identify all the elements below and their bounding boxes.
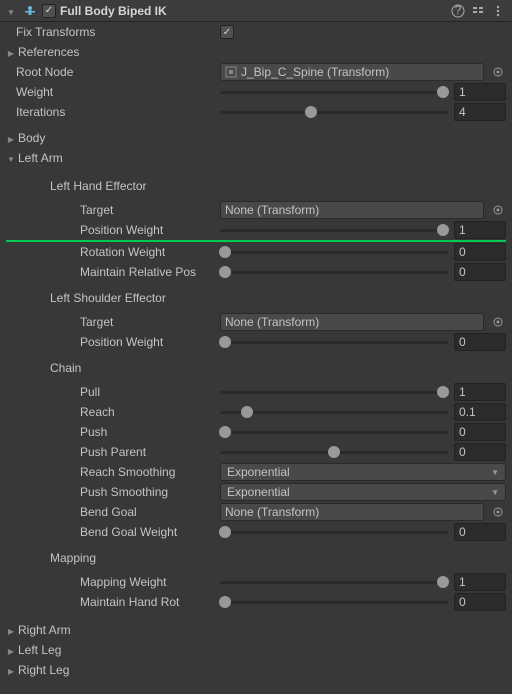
- chain-header: Chain: [0, 358, 512, 378]
- lse-position-weight-field[interactable]: 0: [454, 333, 506, 351]
- maintain-hand-rot-row: Maintain Hand Rot 0: [0, 592, 512, 612]
- lhe-position-weight-slider[interactable]: [220, 221, 448, 239]
- object-picker-icon[interactable]: [490, 202, 506, 218]
- chain-push-parent-field[interactable]: 0: [454, 443, 506, 461]
- left-shoulder-effector-header: Left Shoulder Effector: [0, 288, 512, 308]
- chain-reach-smoothing-dropdown[interactable]: Exponential▼: [220, 463, 506, 481]
- help-icon[interactable]: ?: [450, 3, 466, 19]
- foldout-icon[interactable]: [6, 4, 16, 18]
- lse-target-field[interactable]: None (Transform): [220, 313, 484, 331]
- references-foldout[interactable]: References: [0, 42, 512, 62]
- fix-transforms-label: Fix Transforms: [16, 25, 220, 39]
- mapping-header: Mapping: [0, 548, 512, 568]
- chain-push-slider[interactable]: [220, 423, 448, 441]
- fix-transforms-checkbox[interactable]: [220, 25, 234, 39]
- component-title: Full Body Biped IK: [60, 4, 446, 18]
- right-leg-foldout[interactable]: Right Leg: [0, 660, 512, 680]
- weight-row: Weight 1: [0, 82, 512, 102]
- lhe-maintain-row: Maintain Relative Pos 0: [0, 262, 512, 282]
- lse-position-weight-slider[interactable]: [220, 333, 448, 351]
- enable-checkbox[interactable]: [42, 4, 56, 18]
- component-icon: [22, 3, 38, 19]
- chain-bend-goal-field[interactable]: None (Transform): [220, 503, 484, 521]
- lse-target-row: Target None (Transform): [0, 312, 512, 332]
- chain-pull-field[interactable]: 1: [454, 383, 506, 401]
- weight-label: Weight: [16, 85, 220, 99]
- body-foldout[interactable]: Body: [0, 128, 512, 148]
- lhe-rotation-weight-field[interactable]: 0: [454, 243, 506, 261]
- chain-reach-smoothing-row: Reach Smoothing Exponential▼: [0, 462, 512, 482]
- lhe-rotation-weight-row: Rotation Weight 0: [0, 242, 512, 262]
- component-header: Full Body Biped IK ?: [0, 0, 512, 22]
- lhe-position-weight-row: Position Weight 1: [0, 220, 512, 240]
- weight-slider[interactable]: [220, 83, 448, 101]
- svg-text:?: ?: [455, 4, 462, 17]
- root-node-row: Root Node J_Bip_C_Spine (Transform): [0, 62, 512, 82]
- iterations-label: Iterations: [16, 105, 220, 119]
- chain-reach-row: Reach 0.1: [0, 402, 512, 422]
- chevron-down-icon: ▼: [491, 468, 499, 477]
- maintain-hand-rot-field[interactable]: 0: [454, 593, 506, 611]
- right-arm-foldout[interactable]: Right Arm: [0, 620, 512, 640]
- menu-icon[interactable]: [490, 3, 506, 19]
- chain-bend-goal-weight-row: Bend Goal Weight 0: [0, 522, 512, 542]
- chain-reach-slider[interactable]: [220, 403, 448, 421]
- transform-icon: [225, 66, 237, 78]
- iterations-row: Iterations 4: [0, 102, 512, 122]
- lhe-target-field[interactable]: None (Transform): [220, 201, 484, 219]
- maintain-hand-rot-slider[interactable]: [220, 593, 448, 611]
- lhe-position-weight-field[interactable]: 1: [454, 221, 506, 239]
- foldout-icon: [6, 663, 16, 677]
- lhe-rotation-weight-slider[interactable]: [220, 243, 448, 261]
- root-node-label: Root Node: [16, 65, 220, 79]
- mapping-weight-row: Mapping Weight 1: [0, 572, 512, 592]
- object-picker-icon[interactable]: [490, 504, 506, 520]
- chain-push-row: Push 0: [0, 422, 512, 442]
- chain-bend-goal-row: Bend Goal None (Transform): [0, 502, 512, 522]
- foldout-icon: [6, 643, 16, 657]
- chain-bend-goal-weight-field[interactable]: 0: [454, 523, 506, 541]
- foldout-icon: [6, 45, 16, 59]
- chevron-down-icon: ▼: [491, 488, 499, 497]
- lhe-target-row: Target None (Transform): [0, 200, 512, 220]
- object-picker-icon[interactable]: [490, 314, 506, 330]
- foldout-icon: [6, 623, 16, 637]
- mapping-weight-field[interactable]: 1: [454, 573, 506, 591]
- weight-field[interactable]: 1: [454, 83, 506, 101]
- chain-push-smoothing-row: Push Smoothing Exponential▼: [0, 482, 512, 502]
- lhe-maintain-slider[interactable]: [220, 263, 448, 281]
- left-arm-foldout[interactable]: Left Arm: [0, 148, 512, 168]
- lhe-maintain-field[interactable]: 0: [454, 263, 506, 281]
- references-label: References: [18, 45, 79, 59]
- left-leg-foldout[interactable]: Left Leg: [0, 640, 512, 660]
- foldout-icon: [6, 151, 16, 165]
- chain-push-parent-slider[interactable]: [220, 443, 448, 461]
- object-picker-icon[interactable]: [490, 64, 506, 80]
- fix-transforms-row: Fix Transforms: [0, 22, 512, 42]
- mapping-weight-slider[interactable]: [220, 573, 448, 591]
- preset-icon[interactable]: [470, 3, 486, 19]
- chain-push-parent-row: Push Parent 0: [0, 442, 512, 462]
- chain-reach-field[interactable]: 0.1: [454, 403, 506, 421]
- iterations-field[interactable]: 4: [454, 103, 506, 121]
- root-node-field[interactable]: J_Bip_C_Spine (Transform): [220, 63, 484, 81]
- chain-push-smoothing-dropdown[interactable]: Exponential▼: [220, 483, 506, 501]
- chain-pull-row: Pull 1: [0, 382, 512, 402]
- chain-pull-slider[interactable]: [220, 383, 448, 401]
- lse-position-weight-row: Position Weight 0: [0, 332, 512, 352]
- left-hand-effector-header: Left Hand Effector: [0, 176, 512, 196]
- foldout-icon: [6, 131, 16, 145]
- chain-push-field[interactable]: 0: [454, 423, 506, 441]
- iterations-slider[interactable]: [220, 103, 448, 121]
- chain-bend-goal-weight-slider[interactable]: [220, 523, 448, 541]
